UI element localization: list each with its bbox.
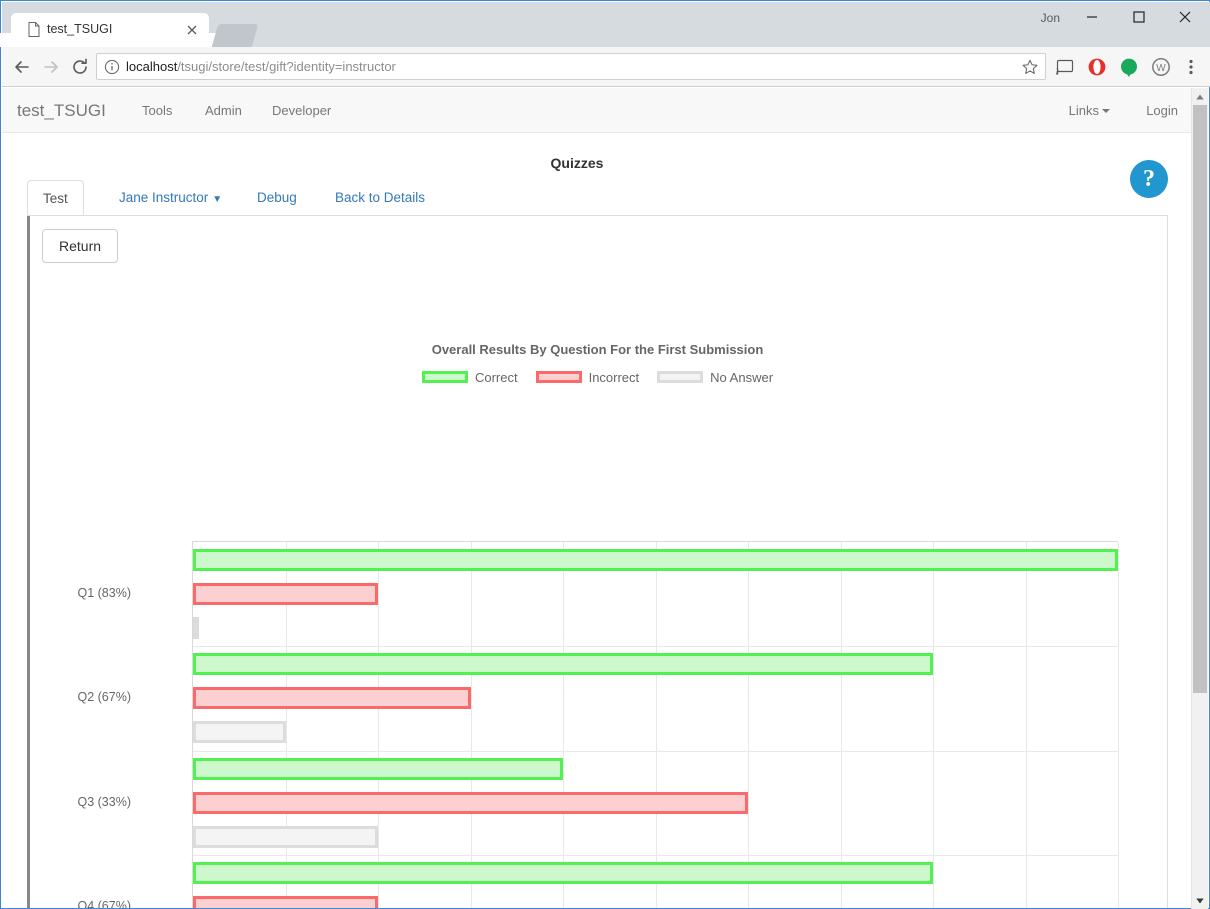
chart-category-label: Q4 (67%): [77, 898, 132, 908]
chart-bar[interactable]: [193, 549, 1118, 572]
window-user-label[interactable]: Jon: [1041, 9, 1060, 27]
address-bar-text: localhost/tsugi/store/test/gift?identity…: [126, 58, 396, 76]
tab-jane-instructor[interactable]: Jane Instructor ▼: [104, 180, 237, 215]
legend-swatch-correct: [421, 371, 468, 383]
chart-gridline: [1118, 542, 1119, 908]
browser-toolbar: localhost/tsugi/store/test/gift?identity…: [2, 47, 1210, 87]
page-title: Quizzes: [550, 155, 604, 171]
legend-swatch-incorrect: [535, 371, 582, 383]
scroll-up-arrow-icon[interactable]: [1192, 88, 1208, 105]
maximize-icon[interactable]: [1116, 2, 1162, 32]
star-icon[interactable]: [1021, 58, 1039, 76]
chart-bar[interactable]: [193, 617, 199, 640]
chart-title: Overall Results By Question For the Firs…: [431, 342, 764, 357]
scroll-down-arrow-icon[interactable]: [1192, 892, 1208, 909]
panel-left-rail: [27, 216, 30, 908]
chart-plot-area: [192, 541, 1119, 908]
chart-category-label: Q2 (67%): [77, 690, 132, 705]
opera-icon[interactable]: [1086, 56, 1108, 78]
back-arrow-icon[interactable]: [8, 53, 36, 81]
url-path: /tsugi/store/test/gift?identity=instruct…: [177, 59, 396, 74]
legend-item-correct[interactable]: Correct: [421, 368, 518, 388]
chevron-down-icon: [1102, 109, 1110, 113]
minimize-icon[interactable]: [1069, 2, 1115, 32]
svg-text:W: W: [1156, 63, 1166, 74]
nav-item-links[interactable]: Links: [1069, 102, 1110, 120]
chart-bar[interactable]: [193, 583, 378, 606]
close-icon[interactable]: [1162, 2, 1208, 32]
legend-label-incorrect: Incorrect: [588, 370, 640, 385]
nav-item-login[interactable]: Login: [1146, 102, 1178, 120]
chart-gridline: [933, 542, 934, 908]
w-circle-icon[interactable]: W: [1150, 56, 1172, 78]
legend-swatch-no-answer: [657, 371, 704, 383]
chart-bar[interactable]: [193, 687, 471, 710]
chart-bar[interactable]: [193, 791, 748, 814]
chart-gridline: [563, 542, 564, 908]
chart-bar[interactable]: [193, 895, 378, 908]
nav-item-links-label: Links: [1068, 103, 1099, 118]
page-content: test_TSUGI Tools Admin Developer Links L…: [2, 88, 1193, 908]
nav-item-admin[interactable]: Admin: [205, 102, 242, 120]
return-button[interactable]: Return: [42, 229, 119, 263]
tab-jane-instructor-label: Jane Instructor: [119, 190, 209, 205]
legend-label-correct: Correct: [474, 370, 518, 385]
chart-legend: Correct Incorrect No Answer: [28, 368, 1167, 392]
scrollbar-thumb[interactable]: [1193, 105, 1207, 693]
page-scrollbar[interactable]: [1191, 88, 1208, 909]
tab-back-to-details[interactable]: Back to Details: [320, 180, 440, 215]
content-tabs: Test Jane Instructor ▼ Debug Back to Deta…: [27, 180, 1168, 216]
chart-group-separator: [193, 750, 1119, 752]
tab-debug[interactable]: Debug: [242, 180, 312, 215]
chart-gridline: [470, 542, 472, 908]
browser-window: test_TSUGI Jon localhost/tsugi/store/tes…: [0, 0, 1210, 909]
green-balloon-icon[interactable]: [1118, 56, 1140, 78]
page-icon: [28, 22, 40, 37]
browser-tab-title: test_TSUGI: [47, 22, 113, 36]
legend-item-incorrect[interactable]: Incorrect: [535, 368, 640, 388]
nav-item-developer[interactable]: Developer: [272, 102, 331, 120]
new-tab-placeholder[interactable]: [211, 24, 259, 47]
browser-tab[interactable]: test_TSUGI: [0, 13, 222, 47]
legend-item-no-answer[interactable]: No Answer: [657, 368, 773, 388]
close-icon[interactable]: [183, 21, 201, 39]
chart-gridline: [655, 542, 657, 908]
chart-category-label: Q3 (33%): [77, 794, 132, 809]
chart-gridline: [378, 542, 379, 908]
tab-test[interactable]: Test: [27, 180, 84, 215]
chart-bar[interactable]: [193, 861, 933, 884]
content-panel: Return Overall Results By Question For t…: [27, 216, 1168, 908]
chart-category-label: Q1 (83%): [77, 586, 132, 601]
nav-item-tools[interactable]: Tools: [142, 102, 172, 120]
address-bar[interactable]: localhost/tsugi/store/test/gift?identity…: [96, 53, 1046, 80]
url-host: localhost: [126, 59, 178, 74]
info-circle-icon[interactable]: [104, 59, 120, 75]
chart-bar[interactable]: [193, 653, 933, 676]
legend-label-no-answer: No Answer: [710, 370, 774, 385]
three-dot-menu-icon[interactable]: [1182, 56, 1200, 78]
chart-gridline: [1025, 542, 1027, 908]
chart-gridline: [748, 542, 749, 908]
site-brand[interactable]: test_TSUGI: [17, 99, 106, 122]
browser-tab-strip: test_TSUGI Jon: [0, 2, 1210, 47]
chart-group-separator: [193, 854, 1119, 856]
reload-icon[interactable]: [66, 53, 94, 81]
chart-bar[interactable]: [193, 757, 563, 780]
cast-icon[interactable]: [1054, 56, 1076, 78]
chart-bar[interactable]: [193, 825, 378, 848]
chart-gridline: [840, 542, 842, 908]
chevron-down-icon: ▼: [212, 194, 223, 205]
forward-arrow-icon[interactable]: [37, 53, 65, 81]
site-navbar: test_TSUGI Tools Admin Developer Links L…: [2, 88, 1193, 133]
chart-group-separator: [193, 646, 1119, 648]
chart-bar[interactable]: [193, 721, 286, 744]
